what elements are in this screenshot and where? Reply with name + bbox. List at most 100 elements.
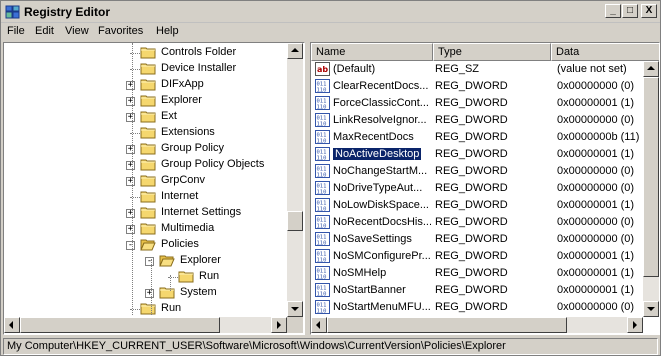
list-scroll-thumb[interactable] bbox=[643, 77, 659, 277]
tree-item[interactable]: + Group Policy bbox=[4, 141, 284, 157]
value-data: 0x00000000 (0) bbox=[557, 233, 635, 245]
registry-value-row[interactable]: 011 110 NoDriveTypeAut... REG_DWORD 0x000000… bbox=[311, 180, 643, 197]
expand-icon[interactable]: + bbox=[126, 113, 135, 122]
tree-item[interactable]: Controls Folder bbox=[4, 45, 284, 61]
menu-help[interactable]: Help bbox=[156, 25, 179, 37]
list-scroll-right-button[interactable] bbox=[627, 317, 643, 333]
list-vertical-scrollbar[interactable] bbox=[643, 61, 659, 317]
value-data: (value not set) bbox=[557, 63, 627, 75]
registry-value-row[interactable]: 011 110 NoStartMenuMFU... REG_DWORD 0x000000… bbox=[311, 299, 643, 316]
tree-item[interactable]: Internet bbox=[4, 189, 284, 205]
folder-icon bbox=[140, 110, 156, 123]
menu-edit[interactable]: Edit bbox=[35, 25, 54, 37]
tree-hscroll-thumb[interactable] bbox=[20, 317, 220, 333]
registry-value-row[interactable]: 011 110 NoStartBanner REG_DWORD 0x00000001 (… bbox=[311, 282, 643, 299]
expand-icon[interactable]: + bbox=[126, 81, 135, 90]
collapse-icon[interactable]: - bbox=[126, 241, 135, 250]
value-name-cell: NoSMHelp bbox=[333, 267, 431, 279]
value-type: REG_DWORD bbox=[435, 114, 508, 126]
dword-value-icon: 011 110 bbox=[315, 232, 330, 247]
tree-item[interactable]: + Multimedia bbox=[4, 221, 284, 237]
list-horizontal-scrollbar[interactable] bbox=[311, 317, 643, 333]
svg-text:110: 110 bbox=[317, 156, 327, 162]
expand-icon[interactable]: + bbox=[126, 97, 135, 106]
minimize-button[interactable]: _ bbox=[605, 4, 621, 18]
registry-value-row[interactable]: 011 110 NoChangeStartM... REG_DWORD 0x000000… bbox=[311, 163, 643, 180]
collapse-icon[interactable]: - bbox=[145, 257, 154, 266]
list-scroll-up-button[interactable] bbox=[643, 61, 659, 77]
tree-item[interactable]: + System bbox=[4, 285, 284, 301]
tree-item[interactable]: Run bbox=[4, 301, 284, 317]
svg-text:110: 110 bbox=[317, 292, 327, 298]
values-list[interactable]: Name Type Data ab (Default) REG_SZ (value n… bbox=[310, 42, 660, 335]
list-scroll-down-button[interactable] bbox=[643, 301, 659, 317]
registry-value-row[interactable]: 011 110 NoRecentDocsHis... REG_DWORD 0x00000… bbox=[311, 214, 643, 231]
svg-text:110: 110 bbox=[317, 241, 327, 247]
tree-item[interactable]: - Policies bbox=[4, 237, 284, 253]
tree-item[interactable]: + Group Policy Objects bbox=[4, 157, 284, 173]
column-header-type[interactable]: Type bbox=[433, 43, 551, 61]
svg-text:110: 110 bbox=[317, 207, 327, 213]
expand-icon[interactable]: + bbox=[126, 225, 135, 234]
tree-scroll-right-button[interactable] bbox=[271, 317, 287, 333]
tree-scroll-down-button[interactable] bbox=[287, 301, 303, 317]
tree-item-label: Ext bbox=[161, 110, 177, 122]
tree-item[interactable]: Run bbox=[4, 269, 284, 285]
list-scroll-left-button[interactable] bbox=[311, 317, 327, 333]
value-name-cell: NoDriveTypeAut... bbox=[333, 182, 431, 194]
column-header-name[interactable]: Name bbox=[311, 43, 433, 61]
registry-value-row[interactable]: 011 110 MaxRecentDocs REG_DWORD 0x0000000b (… bbox=[311, 129, 643, 146]
expand-icon[interactable]: + bbox=[126, 177, 135, 186]
registry-value-row[interactable]: 011 110 ForceClassicCont... REG_DWORD 0x0000… bbox=[311, 95, 643, 112]
dword-value-icon: 011 110 bbox=[315, 147, 330, 162]
tree-horizontal-scrollbar[interactable] bbox=[4, 317, 287, 333]
tree-scroll-thumb[interactable] bbox=[287, 211, 303, 231]
value-name-cell: ClearRecentDocs... bbox=[333, 80, 431, 92]
tree-item[interactable]: - Explorer bbox=[4, 253, 284, 269]
value-data: 0x00000000 (0) bbox=[557, 165, 635, 177]
tree-scroll-left-button[interactable] bbox=[4, 317, 20, 333]
registry-value-row[interactable]: 011 110 ClearRecentDocs... REG_DWORD 0x00000… bbox=[311, 78, 643, 95]
registry-value-row[interactable]: 011 110 NoLowDiskSpace... REG_DWORD 0x000000… bbox=[311, 197, 643, 214]
folder-icon bbox=[140, 94, 156, 107]
value-type: REG_DWORD bbox=[435, 97, 508, 109]
value-name: NoSaveSettings bbox=[333, 233, 412, 245]
tree-item-label: Extensions bbox=[161, 126, 215, 138]
menu-favorites[interactable]: Favorites bbox=[98, 25, 143, 37]
value-data: 0x00000000 (0) bbox=[557, 216, 635, 228]
close-button[interactable]: X bbox=[641, 4, 657, 18]
value-type: REG_DWORD bbox=[435, 131, 508, 143]
registry-value-row[interactable]: 011 110 NoSMConfigurePr... REG_DWORD 0x00000… bbox=[311, 248, 643, 265]
registry-value-row-selected[interactable]: 011 110 NoActiveDesktop REG_DWORD 0x00000001… bbox=[311, 146, 643, 163]
registry-value-row[interactable]: 011 110 LinkResolveIgnor... REG_DWORD 0x0000… bbox=[311, 112, 643, 129]
registry-value-row[interactable]: 011 110 NoSMHelp REG_DWORD 0x00000001 (1) bbox=[311, 265, 643, 282]
tree-item[interactable]: + Ext bbox=[4, 109, 284, 125]
tree-item[interactable]: Device Installer bbox=[4, 61, 284, 77]
value-data: 0x00000001 (1) bbox=[557, 199, 635, 211]
value-type: REG_DWORD bbox=[435, 80, 508, 92]
expand-icon[interactable]: + bbox=[126, 161, 135, 170]
registry-value-row[interactable]: 011 110 NoSaveSettings REG_DWORD 0x00000000 … bbox=[311, 231, 643, 248]
tree-scroll-up-button[interactable] bbox=[287, 43, 303, 59]
expand-icon[interactable]: + bbox=[126, 209, 135, 218]
dword-value-icon: 011 110 bbox=[315, 215, 330, 230]
tree-item[interactable]: + DIFxApp bbox=[4, 77, 284, 93]
tree-vertical-scrollbar[interactable] bbox=[287, 43, 303, 317]
column-header-data[interactable]: Data bbox=[551, 43, 659, 61]
window-title: Registry Editor bbox=[24, 5, 111, 19]
expand-icon[interactable]: + bbox=[126, 145, 135, 154]
menu-file[interactable]: File bbox=[7, 25, 25, 37]
list-hscroll-thumb[interactable] bbox=[327, 317, 567, 333]
registry-tree[interactable]: Controls Folder Device Installer + DIFxApp +… bbox=[3, 42, 305, 335]
expand-icon[interactable]: + bbox=[145, 289, 154, 298]
value-name: NoRecentDocsHis... bbox=[333, 216, 431, 228]
tree-item[interactable]: + Internet Settings bbox=[4, 205, 284, 221]
tree-item[interactable]: + GrpConv bbox=[4, 173, 284, 189]
maximize-button[interactable]: □ bbox=[622, 4, 638, 18]
title-bar[interactable]: Registry Editor _ □ X bbox=[1, 1, 660, 23]
registry-value-row[interactable]: ab (Default) REG_SZ (value not set) bbox=[311, 61, 643, 78]
tree-item[interactable]: Extensions bbox=[4, 125, 284, 141]
menu-view[interactable]: View bbox=[65, 25, 89, 37]
tree-item[interactable]: + Explorer bbox=[4, 93, 284, 109]
up-arrow-icon bbox=[647, 66, 655, 70]
